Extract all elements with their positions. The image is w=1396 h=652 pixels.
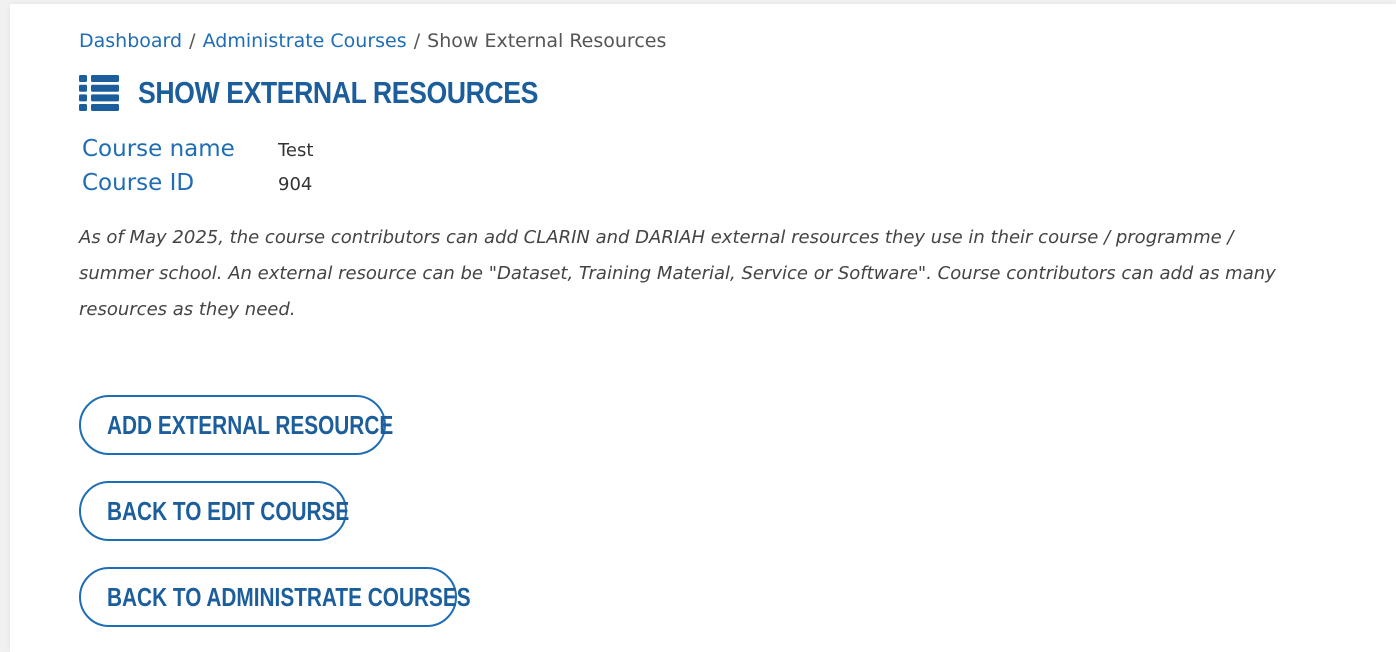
course-id-label: Course ID bbox=[82, 170, 195, 196]
add-button-wrap: ADD EXTERNAL RESOURCE bbox=[79, 395, 393, 455]
back-to-administrate-courses-button[interactable]: BACK TO ADMINISTRATE COURSES bbox=[79, 567, 471, 627]
course-name-row: Course name Test bbox=[82, 136, 1319, 170]
course-id-value: 904 bbox=[278, 174, 313, 195]
course-info: Course name Test Course ID 904 bbox=[82, 136, 1319, 204]
back-to-edit-course-label: BACK TO EDIT COURSE bbox=[107, 496, 350, 526]
back-to-administrate-courses-label: BACK TO ADMINISTRATE COURSES bbox=[107, 582, 471, 612]
course-name-value: Test bbox=[278, 140, 314, 161]
breadcrumb-administrate-courses-link[interactable]: Administrate Courses bbox=[203, 30, 407, 52]
back-admin-button-wrap: BACK TO ADMINISTRATE COURSES bbox=[79, 567, 471, 627]
page-header: SHOW EXTERNAL RESOURCES bbox=[79, 72, 1319, 114]
breadcrumb-separator: / bbox=[413, 30, 421, 52]
list-icon bbox=[79, 75, 119, 111]
course-id-row: Course ID 904 bbox=[82, 170, 1319, 204]
page-title: SHOW EXTERNAL RESOURCES bbox=[138, 75, 538, 110]
page-content: Dashboard / Administrate Courses / Show … bbox=[79, 28, 1319, 328]
breadcrumb-separator: / bbox=[189, 30, 196, 52]
breadcrumb: Dashboard / Administrate Courses / Show … bbox=[79, 28, 1319, 54]
add-external-resource-label: ADD EXTERNAL RESOURCE bbox=[107, 410, 394, 440]
breadcrumb-current: Show External Resources bbox=[427, 30, 667, 52]
description-text: As of May 2025, the course contributors … bbox=[79, 227, 1276, 320]
add-external-resource-button[interactable]: ADD EXTERNAL RESOURCE bbox=[79, 395, 393, 455]
breadcrumb-dashboard-link[interactable]: Dashboard bbox=[79, 30, 182, 52]
course-name-label: Course name bbox=[82, 136, 235, 162]
back-edit-button-wrap: BACK TO EDIT COURSE bbox=[79, 481, 350, 541]
back-to-edit-course-button[interactable]: BACK TO EDIT COURSE bbox=[79, 481, 350, 541]
